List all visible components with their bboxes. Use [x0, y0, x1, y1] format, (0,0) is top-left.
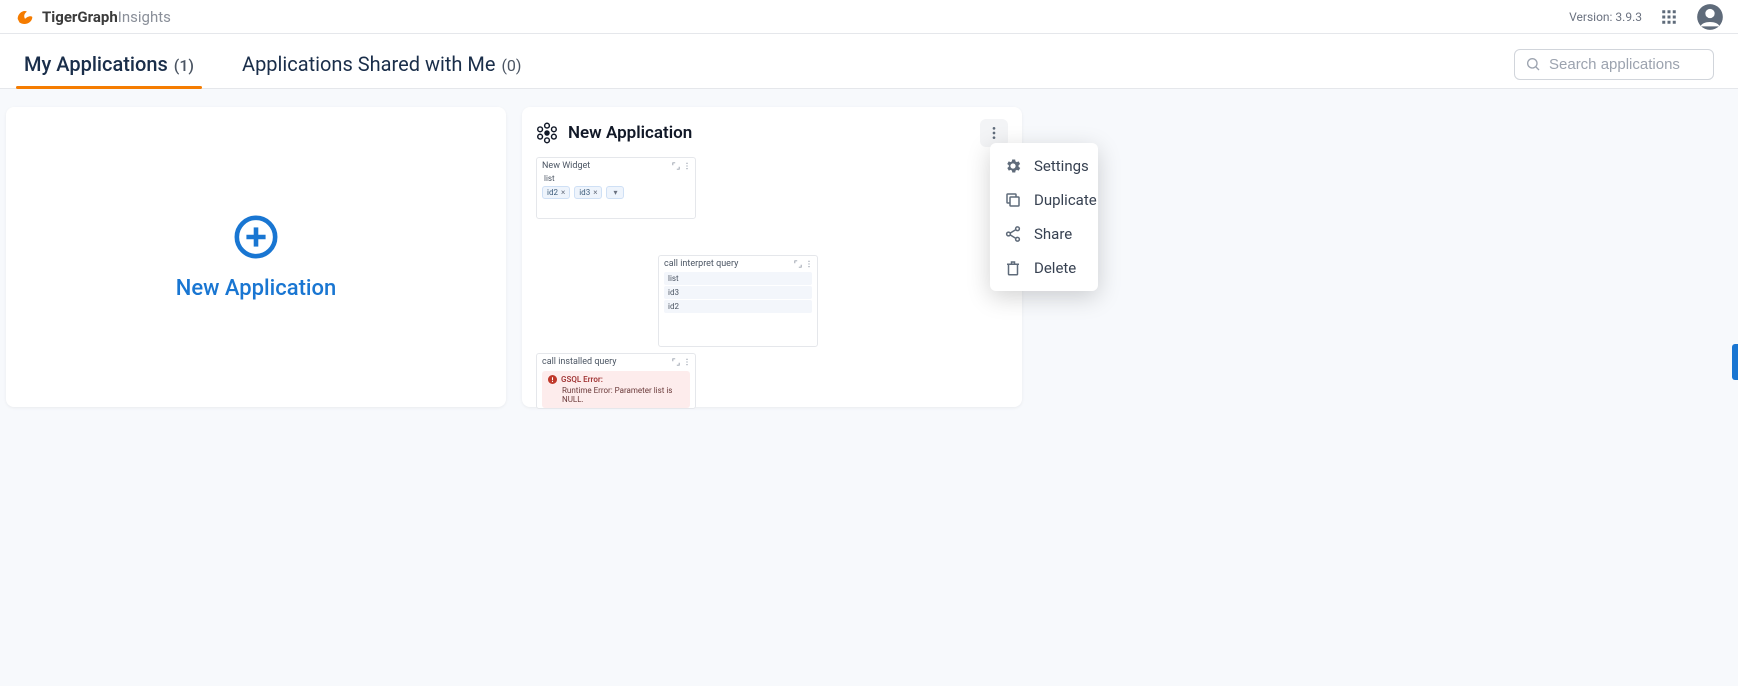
user-avatar-icon[interactable] — [1696, 3, 1724, 31]
app-preview: New Widget list id2× id3× ▾ call interpr… — [536, 157, 1008, 409]
preview-widget-title: call installed query — [542, 357, 617, 367]
menu-item-settings[interactable]: Settings — [990, 149, 1098, 183]
brand-text: TigerGraphInsights — [42, 8, 171, 26]
content-area: New Application New Application — [0, 89, 1738, 425]
new-application-label: New Application — [176, 276, 337, 301]
preview-widget-head: New Widget — [542, 161, 690, 171]
search-input[interactable] — [1549, 56, 1703, 73]
apps-grid-icon[interactable] — [1660, 8, 1678, 26]
error-icon — [548, 375, 557, 384]
app-card-context-menu: Settings Duplicate Share — [990, 143, 1098, 291]
menu-item-label: Share — [1034, 225, 1072, 243]
app-header: TigerGraphInsights Version: 3.9.3 — [0, 0, 1738, 34]
preview-widget-sub: list — [544, 174, 690, 183]
tabs: My Applications (1) Applications Shared … — [24, 48, 521, 88]
version-label: Version: 3.9.3 — [1569, 10, 1642, 24]
preview-widget-head: call installed query — [542, 357, 690, 367]
more-vertical-icon — [684, 358, 690, 366]
right-edge-tab[interactable] — [1732, 344, 1738, 380]
preview-widget-interpret: call interpret query list id3 id2 — [658, 255, 818, 347]
tab-count: (0) — [501, 56, 521, 75]
app-card-header: New Application — [536, 119, 1008, 147]
more-vertical-icon — [986, 125, 1002, 141]
preview-row: list — [664, 272, 812, 285]
tab-shared-with-me[interactable]: Applications Shared with Me (0) — [242, 52, 521, 88]
preview-chip: id2× — [542, 186, 570, 199]
menu-item-label: Delete — [1034, 259, 1076, 277]
trash-icon — [1004, 259, 1022, 277]
menu-item-duplicate[interactable]: Duplicate — [990, 183, 1098, 217]
menu-item-label: Duplicate — [1034, 191, 1097, 209]
menu-item-delete[interactable]: Delete — [990, 251, 1098, 285]
tabs-bar: My Applications (1) Applications Shared … — [0, 34, 1738, 89]
preview-widget-controls — [672, 358, 690, 366]
header-right: Version: 3.9.3 — [1569, 3, 1724, 31]
app-icon — [536, 122, 558, 144]
preview-widget-new: New Widget list id2× id3× ▾ — [536, 157, 696, 219]
preview-widget-installed: call installed query GSQL Error: Runtime… — [536, 353, 696, 409]
preview-row: id3 — [664, 286, 812, 299]
menu-item-share[interactable]: Share — [990, 217, 1098, 251]
tab-my-applications[interactable]: My Applications (1) — [24, 52, 194, 88]
tab-count: (1) — [174, 56, 194, 75]
app-card-title: New Application — [568, 123, 692, 143]
preview-chips: id2× id3× ▾ — [542, 186, 690, 199]
preview-widget-head: call interpret query — [664, 259, 812, 269]
expand-icon — [672, 162, 680, 170]
gear-icon — [1004, 157, 1022, 175]
preview-row: id2 — [664, 300, 812, 313]
preview-chip: id3× — [574, 186, 602, 199]
preview-error: GSQL Error: Runtime Error: Parameter lis… — [542, 371, 690, 408]
new-application-card[interactable]: New Application — [6, 107, 506, 407]
tab-label: Applications Shared with Me — [242, 52, 495, 76]
preview-chip-empty: ▾ — [606, 186, 624, 199]
error-detail: Runtime Error: Parameter list is NULL. — [562, 386, 684, 404]
tab-label: My Applications — [24, 52, 168, 76]
plus-circle-icon — [233, 214, 279, 260]
preview-widget-controls — [794, 260, 812, 268]
menu-item-label: Settings — [1034, 157, 1089, 175]
brand-logo[interactable]: TigerGraphInsights — [14, 6, 171, 28]
preview-widget-title: New Widget — [542, 161, 590, 171]
more-vertical-icon — [684, 162, 690, 170]
preview-widget-title: call interpret query — [664, 259, 738, 269]
application-card[interactable]: New Application New Widget list — [522, 107, 1022, 407]
expand-icon — [794, 260, 802, 268]
search-icon — [1525, 56, 1541, 72]
header-left: TigerGraphInsights — [14, 6, 171, 28]
tigergraph-logo-icon — [14, 6, 36, 28]
error-title: GSQL Error: — [561, 375, 603, 384]
copy-icon — [1004, 191, 1022, 209]
search-applications[interactable] — [1514, 49, 1714, 80]
expand-icon — [672, 358, 680, 366]
app-card-title-wrap: New Application — [536, 122, 692, 144]
share-icon — [1004, 225, 1022, 243]
more-vertical-icon — [806, 260, 812, 268]
preview-widget-controls — [672, 162, 690, 170]
